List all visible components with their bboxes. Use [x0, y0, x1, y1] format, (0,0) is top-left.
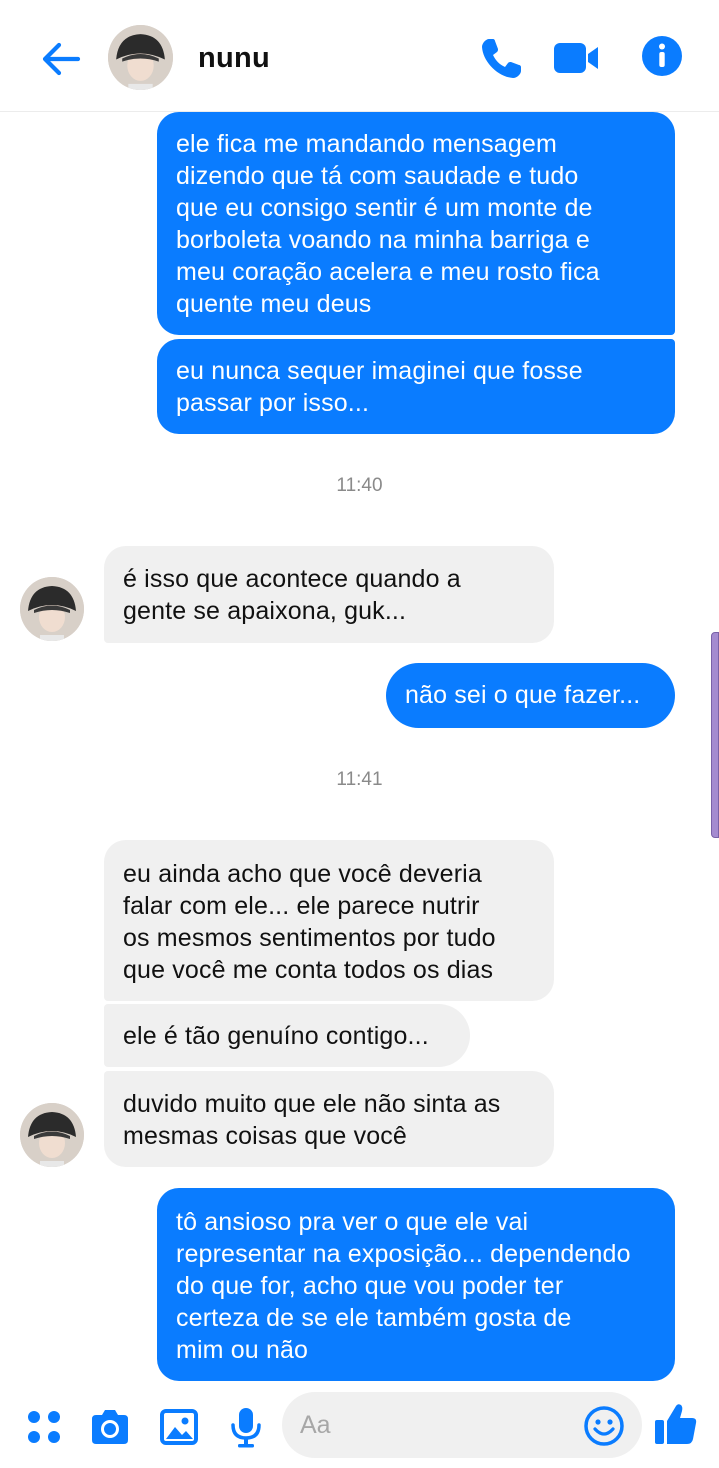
camera-icon[interactable] — [88, 1405, 132, 1449]
incoming-message[interactable]: eu ainda acho que você deveria falar com… — [104, 840, 554, 1001]
contact-avatar[interactable] — [20, 577, 84, 641]
contact-name[interactable]: nunu — [198, 42, 270, 75]
avatar[interactable] — [108, 25, 173, 90]
apps-icon[interactable] — [22, 1405, 66, 1449]
outgoing-message[interactable]: não sei o que fazer... — [386, 663, 675, 728]
info-icon[interactable] — [640, 34, 688, 82]
timestamp: 11:41 — [336, 769, 383, 790]
outgoing-message[interactable]: tô ansioso pra ver o que ele vai represe… — [157, 1188, 675, 1381]
video-camera-icon[interactable] — [552, 34, 600, 82]
scroll-indicator[interactable] — [711, 632, 719, 838]
timestamp: 11:40 — [336, 475, 383, 496]
incoming-message[interactable]: ele é tão genuíno contigo... — [104, 1004, 470, 1067]
incoming-message[interactable]: duvido muito que ele não sinta as mesmas… — [104, 1071, 554, 1167]
message-composer — [0, 1385, 719, 1468]
conversation-header: nunu — [0, 0, 719, 112]
arrow-left-icon[interactable] — [38, 36, 84, 82]
message-thread: ele fica me mandando mensagem dizendo qu… — [0, 0, 719, 1468]
incoming-message[interactable]: é isso que acontece quando a gente se ap… — [104, 546, 554, 643]
outgoing-message[interactable]: eu nunca sequer imaginei que fosse passa… — [157, 339, 675, 434]
contact-avatar[interactable] — [20, 1103, 84, 1167]
emoji-icon[interactable] — [583, 1405, 625, 1447]
outgoing-message[interactable]: ele fica me mandando mensagem dizendo qu… — [157, 112, 675, 335]
thumbs-up-icon[interactable] — [652, 1400, 700, 1448]
phone-icon[interactable] — [478, 34, 526, 82]
microphone-icon[interactable] — [224, 1405, 268, 1449]
gallery-icon[interactable] — [157, 1405, 201, 1449]
